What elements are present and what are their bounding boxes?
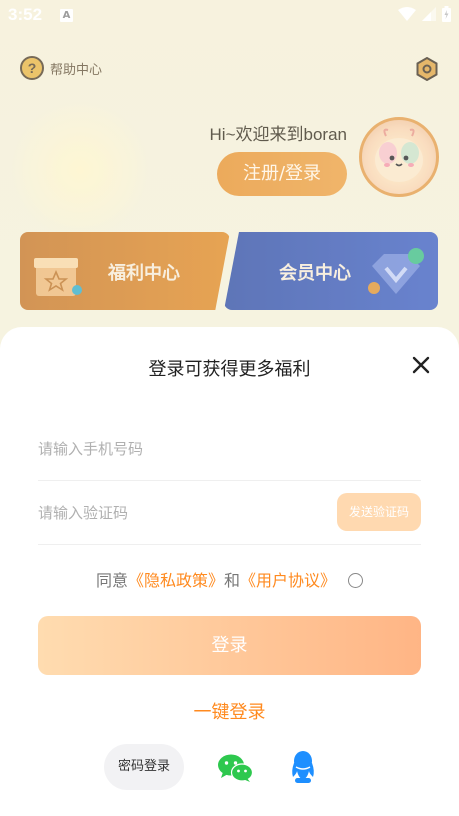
sheet-title: 登录可获得更多福利: [148, 359, 311, 380]
send-code-button[interactable]: 发送验证码: [337, 493, 421, 531]
agree-and: 和: [224, 571, 241, 590]
close-icon[interactable]: [411, 355, 431, 375]
one-key-login-link[interactable]: 一键登录: [0, 698, 459, 724]
wechat-icon[interactable]: [217, 753, 253, 783]
agreement-row: 同意《隐私政策》和《用户协议》: [0, 567, 459, 591]
phone-input[interactable]: [38, 417, 318, 480]
login-sheet: 登录可获得更多福利 发送验证码 同意《隐私政策》和《用户协议》 登录 一键登录 …: [0, 327, 459, 816]
code-field: 发送验证码: [38, 481, 421, 545]
qq-icon[interactable]: [289, 751, 317, 784]
verification-code-input[interactable]: [38, 481, 318, 544]
agreement-radio[interactable]: [348, 573, 364, 588]
privacy-policy-link[interactable]: 《隐私政策》: [128, 571, 224, 590]
password-login-button[interactable]: 密码登录: [104, 744, 184, 790]
login-button[interactable]: 登录: [38, 616, 421, 675]
phone-field: [38, 417, 421, 481]
agree-prefix: 同意: [95, 571, 128, 590]
user-agreement-link[interactable]: 《用户协议》: [240, 571, 336, 590]
